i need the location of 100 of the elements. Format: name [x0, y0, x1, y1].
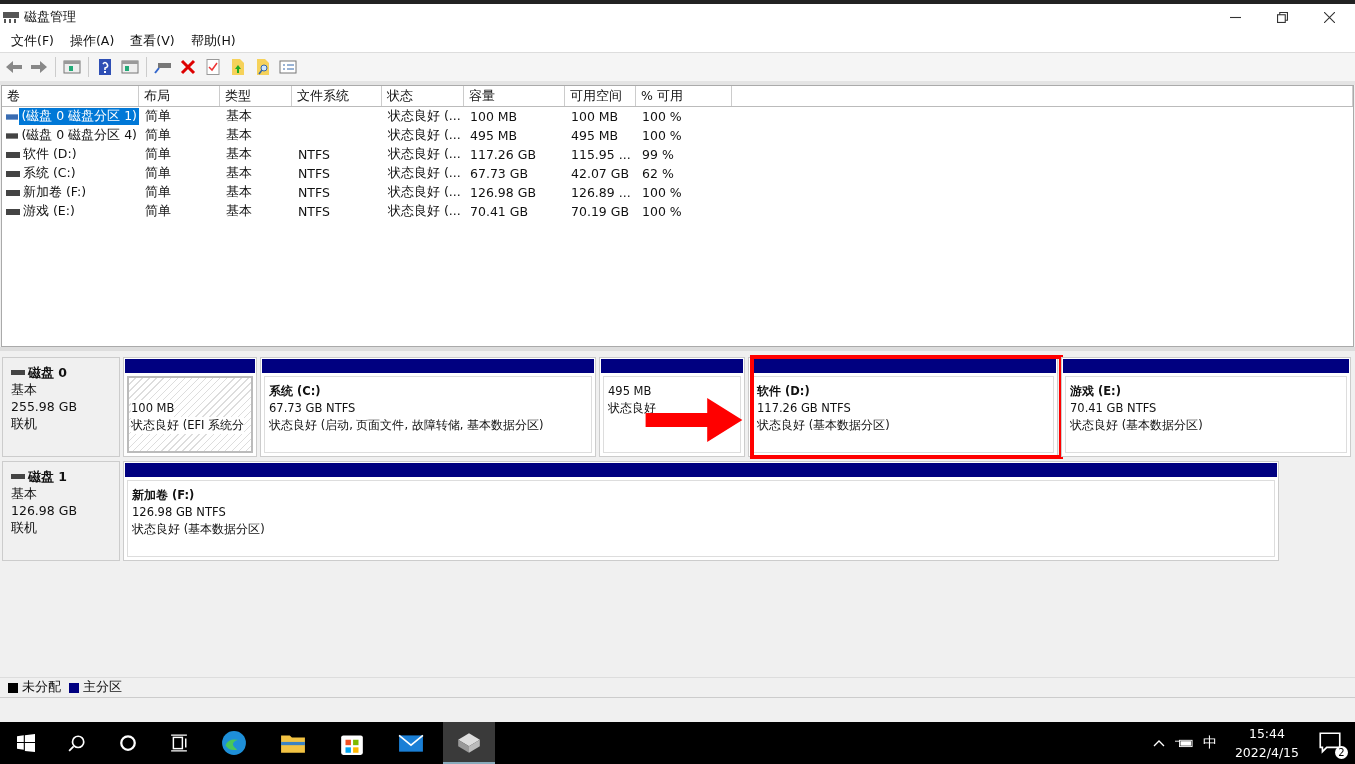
column-header[interactable]: 卷	[2, 86, 139, 106]
clock[interactable]: 15:44 2022/4/15	[1234, 724, 1299, 762]
folder-up-arrow-icon[interactable]	[229, 59, 247, 75]
volume-icon	[6, 132, 19, 139]
column-header[interactable]: % 可用	[636, 86, 732, 106]
table-cell: 117.26 GB	[470, 147, 536, 162]
disk-label-panel[interactable]: 磁盘 0 基本 255.98 GB 联机	[2, 357, 120, 457]
table-cell: 100 %	[642, 204, 682, 219]
back-arrow-icon[interactable]	[5, 59, 23, 75]
table-cell: 100 %	[642, 128, 682, 143]
table-cell: 67.73 GB	[470, 166, 529, 181]
partition-title: 新加卷 (F:)	[132, 487, 195, 504]
partition-block[interactable]: 游戏 (E:) 70.41 GB NTFS 状态良好 (基本数据分区)	[1061, 357, 1351, 457]
legend-label: 未分配	[22, 679, 61, 696]
column-header[interactable]: 类型	[220, 86, 292, 106]
table-cell: 99 %	[642, 147, 674, 162]
disk-type: 基本	[11, 381, 38, 398]
table-cell[interactable]: (磁盘 0 磁盘分区 4)	[19, 127, 139, 144]
table-cell: 70.41 GB	[470, 204, 529, 219]
clock-date: 2022/4/15	[1234, 744, 1299, 762]
delete-icon[interactable]	[179, 59, 197, 75]
table-cell[interactable]: 系统 (C:)	[21, 165, 78, 182]
table-cell: 495 MB	[470, 128, 518, 143]
table-cell: NTFS	[298, 185, 330, 200]
table-cell: 状态良好 (...	[388, 146, 461, 163]
disk-type: 基本	[11, 485, 38, 502]
restore-icon[interactable]	[1277, 11, 1288, 23]
partition-status: 状态良好 (EFI 系统分	[131, 417, 245, 434]
table-cell: 基本	[226, 184, 252, 201]
table-cell: 状态良好 (...	[388, 184, 461, 201]
partition-block[interactable]: 系统 (C:) 67.73 GB NTFS 状态良好 (启动, 页面文件, 故障转储, 基本数据分区)	[260, 357, 596, 457]
table-cell: 简单	[145, 108, 171, 125]
folder-search-icon[interactable]	[254, 59, 272, 75]
table-cell[interactable]: 游戏 (E:)	[21, 203, 77, 220]
windows-start-icon[interactable]	[17, 734, 35, 752]
forward-arrow-icon[interactable]	[30, 59, 48, 75]
table-cell: 基本	[226, 203, 252, 220]
task-view-icon[interactable]	[170, 734, 188, 752]
table-cell[interactable]: (磁盘 0 磁盘分区 1)	[19, 108, 139, 125]
taskbar-app-button[interactable]	[443, 722, 495, 764]
table-cell: 126.89 ...	[571, 185, 631, 200]
console-tree-icon[interactable]	[63, 59, 81, 75]
close-icon[interactable]	[1324, 11, 1335, 23]
column-header[interactable]: 状态	[382, 86, 464, 106]
table-cell: 简单	[145, 165, 171, 182]
column-header[interactable]: 布局	[139, 86, 220, 106]
action-pane-icon[interactable]	[121, 59, 139, 75]
volume-icon	[6, 113, 19, 120]
notification-icon[interactable]	[1317, 730, 1343, 756]
table-cell: 100 %	[642, 185, 682, 200]
notification-badge: 2	[1335, 746, 1348, 759]
table-cell: 42.07 GB	[571, 166, 630, 181]
table-cell: 状态良好 (...	[388, 108, 461, 125]
volume-icon	[6, 208, 20, 215]
partition-status: 状态良好 (基本数据分区)	[1070, 417, 1203, 434]
properties-check-icon[interactable]	[204, 59, 222, 75]
disk-size: 255.98 GB	[11, 398, 78, 415]
table-cell[interactable]: 软件 (D:)	[21, 146, 79, 163]
table-cell: 状态良好 (...	[388, 165, 461, 182]
disk-size: 126.98 GB	[11, 502, 78, 519]
disk-name: 磁盘 0	[28, 364, 68, 381]
menu-item[interactable]: 查看(V)	[130, 32, 175, 50]
table-cell: NTFS	[298, 166, 330, 181]
edge-browser-icon[interactable]	[221, 730, 247, 756]
search-icon[interactable]	[68, 734, 86, 752]
power-plug-icon[interactable]	[1174, 738, 1193, 748]
table-cell: 100 MB	[470, 109, 518, 124]
table-cell: 基本	[226, 108, 252, 125]
help-icon[interactable]	[96, 59, 114, 75]
partition-size: 100 MB	[131, 400, 175, 417]
volume-icon	[6, 189, 20, 196]
disk-label-panel[interactable]: 磁盘 1 基本 126.98 GB 联机	[2, 461, 120, 561]
menu-item[interactable]: 帮助(H)	[190, 32, 236, 50]
partition-status: 状态良好 (基本数据分区)	[132, 521, 265, 538]
partition-size: 126.98 GB NTFS	[132, 504, 226, 521]
column-header[interactable]: 可用空间	[565, 86, 636, 106]
partition-block[interactable]: 新加卷 (F:) 126.98 GB NTFS 状态良好 (基本数据分区)	[123, 461, 1279, 561]
partition-status: 状态良好 (启动, 页面文件, 故障转储, 基本数据分区)	[269, 417, 544, 434]
table-cell: 100 %	[642, 109, 682, 124]
table-cell[interactable]: 新加卷 (F:)	[21, 184, 89, 201]
ime-indicator[interactable]: 中	[1202, 734, 1217, 752]
disk-management-icon	[3, 10, 19, 24]
disk-status: 联机	[11, 519, 38, 536]
partition-size: 67.73 GB NTFS	[269, 400, 356, 417]
table-cell: 状态良好 (...	[388, 127, 461, 144]
column-header[interactable]: 文件系统	[292, 86, 382, 106]
partition-size: 70.41 GB NTFS	[1070, 400, 1157, 417]
circle-icon[interactable]	[119, 734, 137, 752]
table-cell: 简单	[145, 146, 171, 163]
partition-block[interactable]: 100 MB 状态良好 (EFI 系统分	[123, 357, 257, 457]
partition-size: 117.26 GB NTFS	[757, 400, 851, 417]
chevron-up-icon[interactable]	[1152, 738, 1165, 748]
partition-status: 状态良好 (基本数据分区)	[757, 417, 890, 434]
partition-title: 游戏 (E:)	[1070, 383, 1121, 400]
menu-item[interactable]: 文件(F)	[11, 32, 54, 50]
partition-title: 系统 (C:)	[269, 383, 321, 400]
legend-label: 主分区	[83, 679, 122, 696]
column-header[interactable]: 容量	[464, 86, 565, 106]
menu-item[interactable]: 操作(A)	[69, 32, 115, 50]
disk-name: 磁盘 1	[28, 468, 68, 485]
